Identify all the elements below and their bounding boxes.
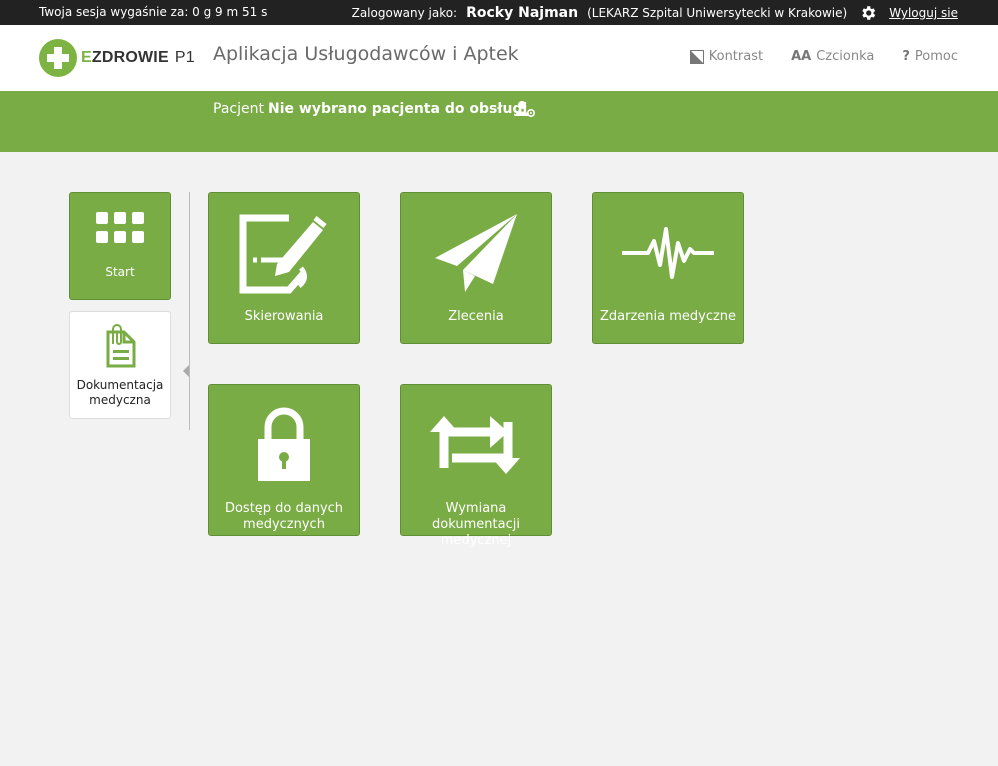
logo-text: EZDROWIE P1 xyxy=(81,49,195,66)
font-size-button[interactable]: AA Czcionka xyxy=(791,49,874,64)
tile-medical-data-access[interactable]: Dostęp do danych medycznych xyxy=(208,384,360,536)
sidebar-item-start[interactable]: Start xyxy=(69,192,171,300)
paper-plane-icon xyxy=(435,214,517,292)
tile-medical-events[interactable]: Zdarzenia medyczne xyxy=(592,192,744,344)
user-name: Rocky Najman xyxy=(466,5,579,21)
tile-label: Wymiana dokumentacji medycznej xyxy=(432,501,520,548)
exchange-icon xyxy=(430,416,520,474)
logout-link[interactable]: Wyloguj sie xyxy=(889,6,958,20)
heartbeat-icon xyxy=(622,227,714,279)
patient-band: Pacjent Nie wybrano pacjenta do obsługi xyxy=(0,91,998,152)
tile-documentation-exchange[interactable]: Wymiana dokumentacji medycznej xyxy=(400,384,552,548)
sidebar-divider xyxy=(189,192,190,430)
ezdrowie-logo[interactable]: EZDROWIE P1 xyxy=(39,39,195,77)
app-title: Aplikacja Usługodawców i Aptek xyxy=(213,43,519,65)
medical-document-icon xyxy=(106,324,136,368)
tile-referrals[interactable]: Skierowania xyxy=(208,192,360,344)
gear-icon[interactable] xyxy=(859,4,877,22)
tile-label: Skierowania xyxy=(244,309,324,324)
grid-icon xyxy=(96,212,144,243)
sidebar-item-label: Dokumentacja medyczna xyxy=(76,378,164,407)
contrast-button[interactable]: Kontrast xyxy=(689,49,764,64)
tile-label: Zlecenia xyxy=(448,309,504,324)
font-size-label: Czcionka xyxy=(816,49,875,64)
user-info: Zalogowany jako: Rocky Najman (LEKARZ Sz… xyxy=(352,4,958,22)
help-icon: ? xyxy=(902,49,910,64)
patient-settings-icon[interactable] xyxy=(514,99,536,119)
tile-label: Zdarzenia medyczne xyxy=(599,309,737,324)
referral-edit-icon xyxy=(239,214,327,294)
header-tools: Kontrast AA Czcionka ? Pomoc xyxy=(689,49,958,64)
user-role: (LEKARZ Szpital Uniwersytecki w Krakowie… xyxy=(587,6,848,20)
app-header: EZDROWIE P1 Aplikacja Usługodawców i Apte… xyxy=(0,25,998,91)
contrast-icon xyxy=(689,49,704,64)
tile-orders[interactable]: Zlecenia xyxy=(400,192,552,344)
session-bar: Twoja sesja wygaśnie za: 0 g 9 m 51 s Za… xyxy=(0,0,998,25)
font-size-icon: AA xyxy=(791,49,812,64)
patient-value: Nie wybrano pacjenta do obsługi xyxy=(268,101,528,117)
patient-label: Pacjent xyxy=(213,101,264,117)
logo-cross-icon xyxy=(39,39,77,77)
help-label: Pomoc xyxy=(914,49,958,64)
tile-label: Dostęp do danych medycznych xyxy=(224,501,344,532)
lock-icon xyxy=(258,407,310,481)
sidebar-item-label: Start xyxy=(105,265,135,279)
help-button[interactable]: ? Pomoc xyxy=(902,49,958,64)
logged-as-label: Zalogowany jako: xyxy=(351,6,458,20)
sidebar-item-medical-documentation[interactable]: Dokumentacja medyczna xyxy=(69,311,171,419)
contrast-label: Kontrast xyxy=(708,49,764,64)
active-pointer-icon xyxy=(183,365,189,377)
session-timer: Twoja sesja wygaśnie za: 0 g 9 m 51 s xyxy=(39,5,268,19)
